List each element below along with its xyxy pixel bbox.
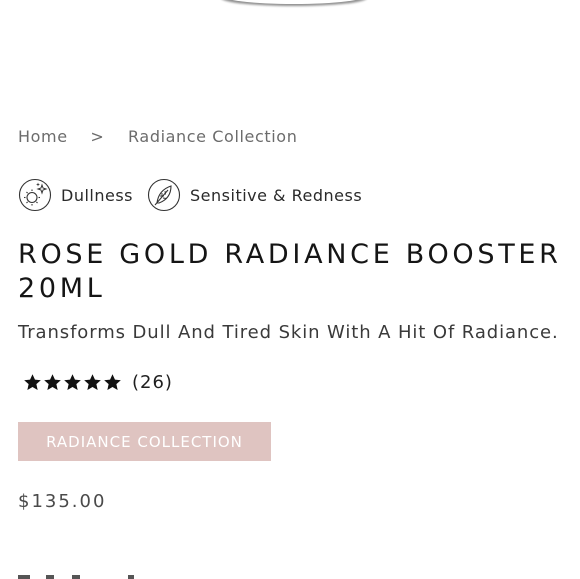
- product-subtitle: Transforms Dull And Tired Skin With A Hi…: [18, 322, 559, 343]
- breadcrumb-home-link[interactable]: Home: [18, 127, 68, 146]
- concern-sensitive-redness: Sensitive & Redness: [147, 178, 362, 212]
- star-icon: [104, 374, 121, 390]
- review-count[interactable]: (26): [132, 372, 173, 393]
- product-price: $135.00: [18, 491, 107, 512]
- concern-dullness: Dullness: [18, 178, 133, 212]
- star-icon: [84, 374, 101, 390]
- product-image: [220, 0, 368, 4]
- skin-concerns: Dullness Sensitive & Redness: [18, 178, 376, 212]
- radiance-collection-button[interactable]: Radiance Collection: [18, 422, 271, 461]
- star-icon: [44, 374, 61, 390]
- star-icon: [24, 374, 41, 390]
- breadcrumb: Home > Radiance Collection: [18, 127, 297, 146]
- product-title: Rose Gold Radiance Booster 20ml: [18, 239, 562, 304]
- product-rating[interactable]: (26): [23, 372, 173, 393]
- concern-label: Dullness: [61, 185, 134, 205]
- rating-stars: [23, 373, 123, 392]
- feather-leaf-icon: [147, 178, 181, 212]
- breadcrumb-current-link[interactable]: Radiance Collection: [128, 127, 297, 146]
- concern-label: Sensitive & Redness: [190, 185, 363, 205]
- breadcrumb-separator: >: [90, 127, 105, 146]
- star-icon: [64, 374, 81, 390]
- next-section-heading: [18, 571, 148, 579]
- radiance-face-icon: [18, 178, 52, 212]
